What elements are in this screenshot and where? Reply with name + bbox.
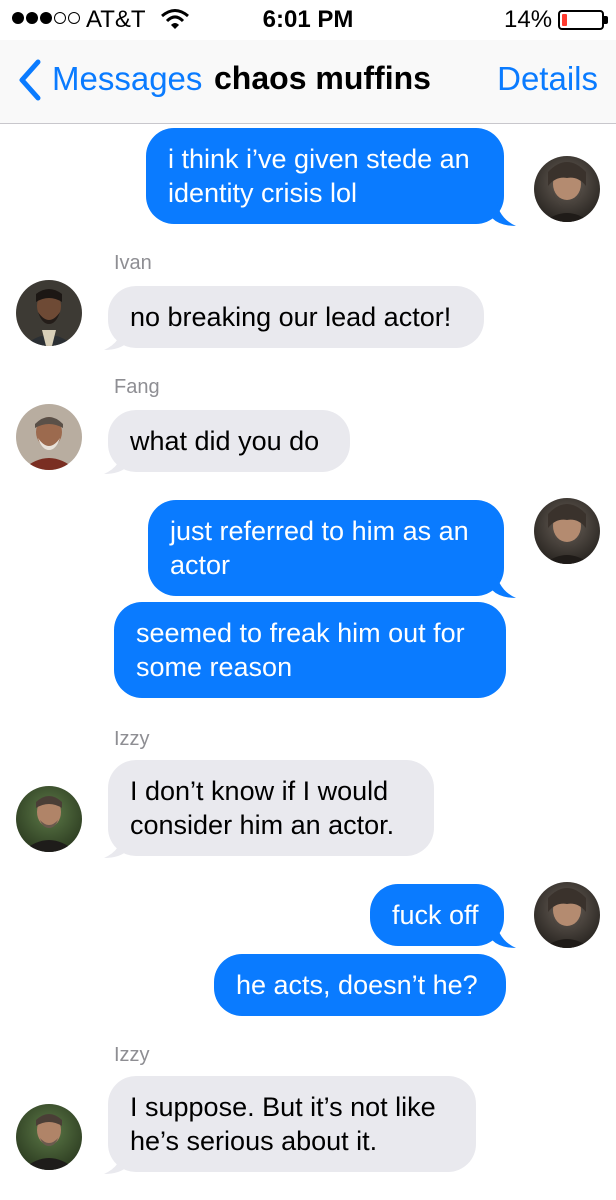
my-avatar[interactable]: [534, 882, 600, 948]
bubble-tail: [492, 920, 516, 948]
outgoing-message-bubble[interactable]: fuck off: [370, 884, 504, 946]
incoming-message-bubble[interactable]: no breaking our lead actor!: [108, 286, 484, 348]
outgoing-message-bubble[interactable]: just referred to him as an actor: [148, 500, 504, 596]
sender-name: Izzy: [114, 728, 150, 750]
fang-avatar[interactable]: [16, 404, 82, 470]
incoming-message-bubble[interactable]: I suppose. But it’s not like he’s seriou…: [108, 1076, 476, 1172]
incoming-message-bubble[interactable]: I don’t know if I would consider him an …: [108, 760, 434, 856]
sender-name: Izzy: [114, 1044, 150, 1066]
izzy-avatar[interactable]: [16, 786, 82, 852]
outgoing-message-bubble[interactable]: seemed to freak him out for some reason: [114, 602, 506, 698]
sender-name: Ivan: [114, 252, 152, 274]
bubble-tail: [492, 198, 516, 226]
izzy-avatar[interactable]: [16, 1104, 82, 1170]
outgoing-message-bubble[interactable]: he acts, doesn’t he?: [214, 954, 506, 1016]
bubble-tail: [104, 322, 128, 350]
sender-name: Fang: [114, 376, 160, 398]
bearded-man-avatar-icon: [534, 156, 600, 222]
details-button[interactable]: Details: [497, 60, 598, 98]
my-avatar[interactable]: [534, 156, 600, 222]
incoming-message-bubble[interactable]: what did you do: [108, 410, 350, 472]
conversation-title: chaos muffins: [214, 60, 431, 96]
status-bar: AT&T 6:01 PM 14%: [0, 0, 616, 40]
battery-cap: [604, 16, 608, 24]
bearded-man-avatar-icon: [534, 882, 600, 948]
battery-icon: [558, 10, 604, 30]
ivan-avatar[interactable]: [16, 280, 82, 346]
back-button[interactable]: Messages: [52, 60, 202, 98]
bearded-man-avatar-icon: [534, 498, 600, 564]
bubble-tail: [104, 830, 128, 858]
bubble-tail: [104, 446, 128, 474]
battery-percent: 14%: [504, 6, 553, 33]
my-avatar[interactable]: [534, 498, 600, 564]
battery-level-fill: [562, 14, 567, 26]
outgoing-message-bubble[interactable]: i think i’ve given stede an identity cri…: [146, 128, 504, 224]
person-avatar-icon: [16, 404, 82, 470]
navigation-bar: Messages chaos muffins Details: [0, 40, 616, 124]
chevron-left-icon[interactable]: [14, 58, 46, 102]
bubble-tail: [104, 1146, 128, 1174]
person-avatar-icon: [16, 786, 82, 852]
person-avatar-icon: [16, 280, 82, 346]
bubble-tail: [492, 570, 516, 598]
person-avatar-icon: [16, 1104, 82, 1170]
